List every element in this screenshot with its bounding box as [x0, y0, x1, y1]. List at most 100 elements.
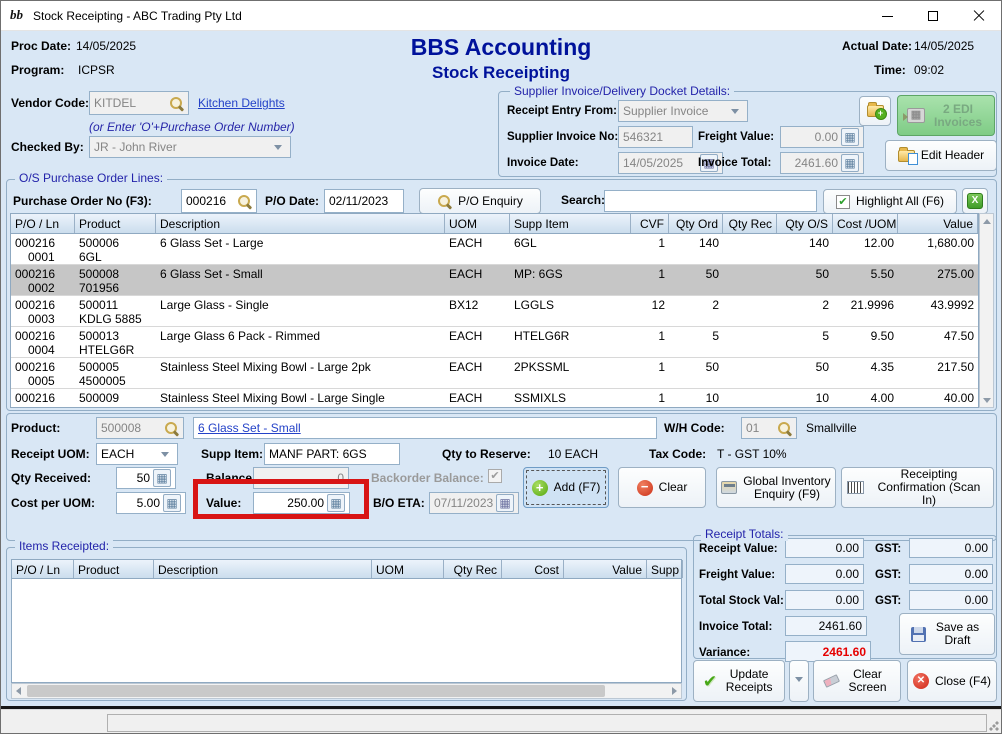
scroll-down-icon[interactable] — [980, 393, 993, 407]
po-line-row[interactable]: 0002160003 500011KDLG 5885 Large Glass -… — [11, 296, 978, 327]
clear-button[interactable]: Clear — [618, 467, 706, 508]
save-as-draft-button[interactable]: Save as Draft — [899, 613, 995, 655]
bo-eta-label: B/O ETA: — [373, 496, 425, 510]
po-line-row[interactable]: 0002160001 5000066GL 6 Glass Set - Large… — [11, 234, 978, 265]
calculator-icon[interactable] — [163, 494, 181, 512]
wh-code-label: W/H Code: — [664, 421, 725, 435]
resize-grip-icon[interactable] — [989, 721, 999, 731]
clear-screen-button[interactable]: Clear Screen — [813, 660, 901, 702]
po-no-field[interactable]: 000216 — [181, 189, 257, 213]
global-inventory-enquiry-button[interactable]: Global Inventory Enquiry (F9) — [716, 467, 836, 508]
search-icon — [164, 421, 179, 436]
col-supp-item[interactable]: Supp It — [647, 560, 683, 578]
col-qty-os[interactable]: Qty O/S — [777, 214, 833, 233]
col-po-ln[interactable]: P/O / Ln — [12, 560, 74, 578]
col-po-ln[interactable]: P/O / Ln — [11, 214, 75, 233]
checkbox-checked-icon — [836, 195, 850, 209]
col-qty-rec[interactable]: Qty Rec — [444, 560, 502, 578]
freight-total-field: 0.00 — [785, 564, 864, 584]
search-icon — [437, 194, 452, 209]
chevron-down-icon — [727, 101, 743, 121]
edit-header-button[interactable]: Edit Header — [885, 140, 997, 171]
po-line-row[interactable]: 000216 500009 Stainless Steel Mixing Bow… — [11, 389, 978, 408]
cost-per-uom-field[interactable]: 5.00 — [116, 492, 186, 514]
calculator-icon[interactable] — [153, 469, 171, 487]
update-receipts-options-button[interactable] — [789, 660, 809, 702]
calculator-icon — [841, 154, 859, 172]
receipt-totals-title: Receipt Totals: — [701, 528, 788, 541]
po-line-row[interactable]: 0002160004 500013HTELG6R Large Glass 6 P… — [11, 327, 978, 358]
col-cost-uom[interactable]: Cost /UOM — [833, 214, 898, 233]
attach-document-button[interactable] — [859, 96, 891, 126]
program-label: Program: — [11, 63, 64, 77]
po-date-field[interactable]: 02/11/2023 — [324, 189, 404, 213]
col-qty-ord[interactable]: Qty Ord — [669, 214, 723, 233]
search-icon[interactable] — [237, 194, 252, 209]
receipt-entry-from-dropdown: Supplier Invoice — [618, 100, 748, 122]
add-button[interactable]: Add (F7) — [523, 467, 609, 508]
col-product[interactable]: Product — [74, 560, 154, 578]
product-name-link[interactable]: 6 Glass Set - Small — [198, 421, 301, 435]
maximize-button[interactable] — [910, 1, 956, 31]
product-label: Product: — [11, 421, 60, 435]
receipt-uom-label: Receipt UOM: — [11, 447, 90, 461]
items-table-header: P/O / Ln Product Description UOM Qty Rec… — [11, 559, 682, 579]
close-button[interactable]: Close (F4) — [907, 660, 997, 702]
total-stock-val-label: Total Stock Val: — [699, 594, 784, 608]
col-value[interactable]: Value — [898, 214, 978, 233]
edi-invoices-button[interactable]: 2 EDI Invoices — [897, 95, 995, 136]
receipting-confirmation-button[interactable]: Receipting Confirmation (Scan In) — [841, 467, 994, 508]
col-cost[interactable]: Cost — [502, 560, 564, 578]
excel-icon — [967, 193, 983, 209]
status-panel — [107, 714, 987, 732]
freight-gst-field: 0.00 — [909, 564, 993, 584]
tax-code-label: Tax Code: — [649, 447, 706, 461]
qty-received-field[interactable]: 50 — [116, 467, 176, 489]
update-receipts-button[interactable]: Update Receipts — [693, 660, 785, 702]
col-qty-rec[interactable]: Qty Rec — [723, 214, 777, 233]
calculator-icon[interactable] — [327, 494, 345, 512]
receipt-uom-dropdown[interactable]: EACH — [96, 443, 178, 465]
supplier-invoice-no-field: 546321 — [618, 126, 693, 148]
po-date-label: P/O Date: — [265, 194, 319, 208]
search-input[interactable] — [604, 190, 817, 212]
vendor-name-link[interactable]: Kitchen Delights — [198, 96, 285, 110]
app-icon: bb — [10, 7, 28, 25]
items-table-hscrollbar[interactable] — [11, 683, 682, 699]
highlight-all-button[interactable]: Highlight All (F6) — [823, 189, 957, 214]
scrollbar-thumb[interactable] — [27, 685, 605, 697]
po-table-scrollbar[interactable] — [979, 213, 994, 408]
status-bar — [1, 709, 1002, 734]
supplier-invoice-no-label: Supplier Invoice No: — [507, 130, 618, 144]
scroll-right-icon[interactable] — [668, 684, 681, 698]
balance-label: Balance: — [206, 471, 256, 485]
value-field[interactable]: 250.00 — [253, 492, 350, 514]
col-description[interactable]: Description — [156, 214, 445, 233]
col-uom[interactable]: UOM — [372, 560, 444, 578]
barcode-icon — [847, 481, 864, 494]
value-label: Value: — [206, 496, 241, 510]
col-value[interactable]: Value — [564, 560, 647, 578]
po-line-row[interactable]: 0002160005 5000054500005 Stainless Steel… — [11, 358, 978, 389]
receipt-value-field: 0.00 — [785, 538, 864, 558]
stock-gst-field: 0.00 — [909, 590, 993, 610]
scroll-left-icon[interactable] — [12, 684, 25, 698]
po-line-row-selected[interactable]: 0002160002 500008701956 6 Glass Set - Sm… — [11, 265, 978, 296]
minimize-button[interactable] — [864, 1, 910, 31]
calculator-icon — [841, 128, 859, 146]
supp-item-label: Supp Item: — [201, 447, 263, 461]
app-title: BBS Accounting — [301, 34, 701, 61]
col-description[interactable]: Description — [154, 560, 372, 578]
gst-label: GST: — [875, 594, 901, 608]
col-supp-item[interactable]: Supp Item — [510, 214, 631, 233]
po-enquiry-button[interactable]: P/O Enquiry — [419, 188, 541, 214]
scroll-up-icon[interactable] — [980, 214, 993, 228]
col-uom[interactable]: UOM — [445, 214, 510, 233]
po-table-body: 0002160001 5000066GL 6 Glass Set - Large… — [10, 234, 979, 408]
col-cvf[interactable]: CVF — [631, 214, 669, 233]
col-product[interactable]: Product — [75, 214, 156, 233]
supp-item-field[interactable]: MANF PART: 6GS — [264, 443, 400, 465]
backorder-balance-label: Backorder Balance: — [371, 471, 484, 485]
close-window-button[interactable] — [956, 1, 1002, 31]
export-excel-button[interactable] — [962, 188, 988, 214]
